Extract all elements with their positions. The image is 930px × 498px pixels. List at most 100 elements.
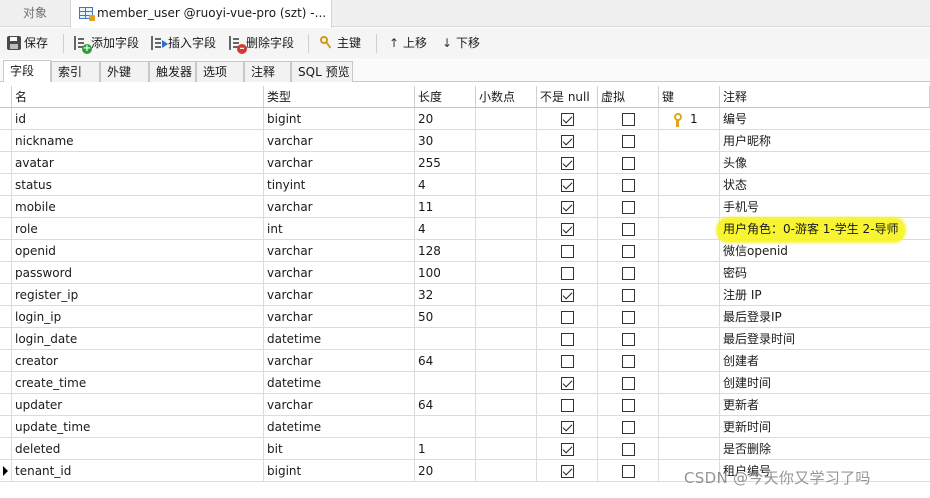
virtual-checkbox[interactable] — [622, 157, 635, 170]
field-comment-cell[interactable]: 更新者 — [720, 394, 930, 416]
table-row[interactable]: creator varchar 64 创建者 — [0, 350, 930, 372]
column-header-name[interactable]: 名 — [12, 86, 264, 108]
table-row[interactable]: login_date datetime 最后登录时间 — [0, 328, 930, 350]
field-length-cell[interactable]: 64 — [415, 350, 476, 372]
field-key-cell[interactable] — [659, 394, 720, 416]
virtual-checkbox[interactable] — [622, 267, 635, 280]
field-key-cell[interactable] — [659, 262, 720, 284]
field-decimals-cell[interactable] — [476, 174, 537, 196]
field-decimals-cell[interactable] — [476, 460, 537, 482]
virtual-checkbox[interactable] — [622, 113, 635, 126]
table-row[interactable]: nickname varchar 30 用户昵称 — [0, 130, 930, 152]
field-key-cell[interactable] — [659, 284, 720, 306]
field-length-cell[interactable]: 50 — [415, 306, 476, 328]
field-type-cell[interactable]: bigint — [264, 108, 415, 130]
tab-sql-preview[interactable]: SQL 预览 — [291, 61, 353, 82]
field-length-cell[interactable]: 4 — [415, 174, 476, 196]
field-decimals-cell[interactable] — [476, 394, 537, 416]
not-null-checkbox[interactable] — [561, 311, 574, 324]
field-length-cell[interactable]: 64 — [415, 394, 476, 416]
field-comment-cell[interactable]: 最后登录IP — [720, 306, 930, 328]
field-key-cell[interactable] — [659, 196, 720, 218]
field-type-cell[interactable]: varchar — [264, 196, 415, 218]
field-name-cell[interactable]: deleted — [12, 438, 264, 460]
field-type-cell[interactable]: varchar — [264, 306, 415, 328]
field-decimals-cell[interactable] — [476, 218, 537, 240]
field-comment-cell[interactable]: 注册 IP — [720, 284, 930, 306]
not-null-checkbox[interactable] — [561, 135, 574, 148]
field-comment-cell[interactable]: 最后登录时间 — [720, 328, 930, 350]
field-decimals-cell[interactable] — [476, 108, 537, 130]
field-key-cell[interactable] — [659, 240, 720, 262]
field-decimals-cell[interactable] — [476, 328, 537, 350]
field-decimals-cell[interactable] — [476, 240, 537, 262]
column-header-length[interactable]: 长度 — [415, 86, 476, 108]
field-name-cell[interactable]: role — [12, 218, 264, 240]
table-row[interactable]: login_ip varchar 50 最后登录IP — [0, 306, 930, 328]
field-key-cell[interactable] — [659, 328, 720, 350]
save-button[interactable]: 保存 — [7, 33, 48, 53]
field-comment-cell[interactable]: 用户昵称 — [720, 130, 930, 152]
table-row[interactable]: status tinyint 4 状态 — [0, 174, 930, 196]
field-decimals-cell[interactable] — [476, 284, 537, 306]
field-name-cell[interactable]: openid — [12, 240, 264, 262]
field-name-cell[interactable]: creator — [12, 350, 264, 372]
table-row[interactable]: updater varchar 64 更新者 — [0, 394, 930, 416]
field-comment-cell[interactable]: 编号 — [720, 108, 930, 130]
field-name-cell[interactable]: login_ip — [12, 306, 264, 328]
tab-objects[interactable]: 对象 — [0, 0, 70, 27]
field-decimals-cell[interactable] — [476, 372, 537, 394]
add-field-button[interactable]: 添加字段 — [74, 33, 139, 54]
field-type-cell[interactable]: varchar — [264, 350, 415, 372]
table-row[interactable]: register_ip varchar 32 注册 IP — [0, 284, 930, 306]
virtual-checkbox[interactable] — [622, 377, 635, 390]
tab-options[interactable]: 选项 — [196, 61, 244, 82]
field-key-cell[interactable] — [659, 130, 720, 152]
field-decimals-cell[interactable] — [476, 196, 537, 218]
field-comment-cell[interactable]: 更新时间 — [720, 416, 930, 438]
not-null-checkbox[interactable] — [561, 157, 574, 170]
field-type-cell[interactable]: varchar — [264, 152, 415, 174]
field-comment-cell[interactable]: 手机号 — [720, 196, 930, 218]
field-length-cell[interactable]: 20 — [415, 108, 476, 130]
virtual-checkbox[interactable] — [622, 179, 635, 192]
tab-foreign-keys[interactable]: 外键 — [100, 61, 149, 82]
field-comment-cell[interactable]: 状态 — [720, 174, 930, 196]
field-comment-cell[interactable]: 密码 — [720, 262, 930, 284]
virtual-checkbox[interactable] — [622, 245, 635, 258]
field-type-cell[interactable]: varchar — [264, 284, 415, 306]
field-name-cell[interactable]: update_time — [12, 416, 264, 438]
field-type-cell[interactable]: bit — [264, 438, 415, 460]
tab-triggers[interactable]: 触发器 — [149, 61, 196, 82]
not-null-checkbox[interactable] — [561, 179, 574, 192]
delete-field-button[interactable]: 删除字段 — [229, 33, 294, 54]
field-comment-cell[interactable]: 创建者 — [720, 350, 930, 372]
tab-indexes[interactable]: 索引 — [51, 61, 100, 82]
insert-field-button[interactable]: 插入字段 — [151, 33, 216, 53]
not-null-checkbox[interactable] — [561, 245, 574, 258]
field-type-cell[interactable]: varchar — [264, 240, 415, 262]
field-type-cell[interactable]: datetime — [264, 372, 415, 394]
field-length-cell[interactable]: 32 — [415, 284, 476, 306]
field-name-cell[interactable]: updater — [12, 394, 264, 416]
not-null-checkbox[interactable] — [561, 223, 574, 236]
field-type-cell[interactable]: tinyint — [264, 174, 415, 196]
field-comment-cell[interactable]: 微信openid — [720, 240, 930, 262]
field-decimals-cell[interactable] — [476, 306, 537, 328]
field-decimals-cell[interactable] — [476, 152, 537, 174]
field-length-cell[interactable]: 1 — [415, 438, 476, 460]
field-length-cell[interactable] — [415, 416, 476, 438]
column-header-type[interactable]: 类型 — [264, 86, 415, 108]
not-null-checkbox[interactable] — [561, 421, 574, 434]
not-null-checkbox[interactable] — [561, 113, 574, 126]
field-type-cell[interactable]: int — [264, 218, 415, 240]
field-type-cell[interactable]: varchar — [264, 130, 415, 152]
field-decimals-cell[interactable] — [476, 416, 537, 438]
field-comment-cell[interactable]: 创建时间 — [720, 372, 930, 394]
field-name-cell[interactable]: avatar — [12, 152, 264, 174]
field-key-cell[interactable] — [659, 416, 720, 438]
field-name-cell[interactable]: register_ip — [12, 284, 264, 306]
not-null-checkbox[interactable] — [561, 267, 574, 280]
field-decimals-cell[interactable] — [476, 130, 537, 152]
field-key-cell[interactable] — [659, 174, 720, 196]
